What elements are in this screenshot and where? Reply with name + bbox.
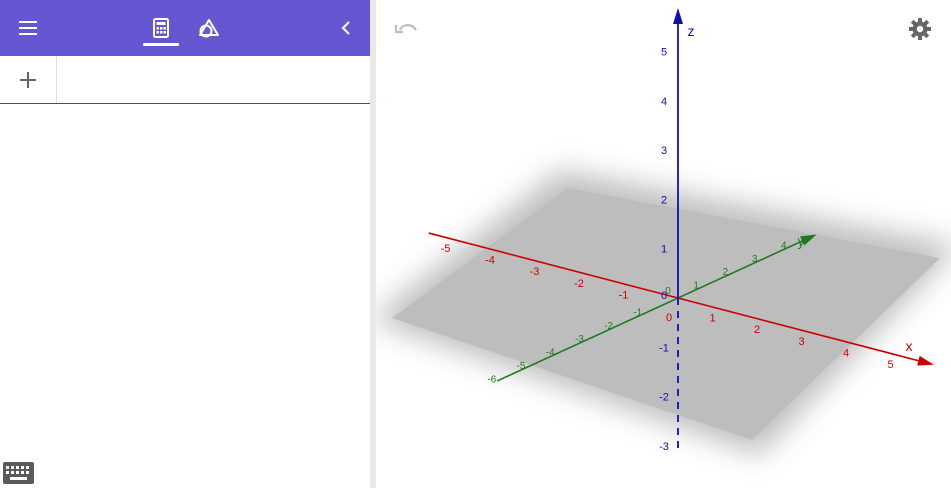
settings-button[interactable] xyxy=(906,15,934,43)
x-axis-arrow xyxy=(917,355,934,366)
toolbar xyxy=(0,0,370,56)
keyboard-button[interactable] xyxy=(3,462,34,484)
algebra-panel xyxy=(0,0,370,488)
z-axis-label: z xyxy=(688,23,695,39)
chevron-left-icon xyxy=(341,21,350,35)
hamburger-icon xyxy=(19,21,37,35)
tab-algebra[interactable] xyxy=(140,0,182,56)
graphics-canvas: x y z -5 -4 -3 -2 -1 0 1 2 3 4 5 -6 -5 -4 -3 -2 -1 0 1 2 3 4 -3 -2… xyxy=(376,8,951,455)
selected-tab-indicator xyxy=(143,43,179,46)
x-tick-label: -5 xyxy=(441,243,451,255)
y-tick-label: -4 xyxy=(546,348,555,359)
z-tick-label: 3 xyxy=(661,145,667,157)
y-axis-label: y xyxy=(798,233,805,249)
z-tick-label: 5 xyxy=(661,47,667,59)
z-tick-label: 0 xyxy=(661,290,667,302)
y-tick-label: -2 xyxy=(604,321,613,332)
z-tick-label: -1 xyxy=(659,342,669,354)
z-tick-label: 1 xyxy=(661,244,667,256)
x-tick-label: 4 xyxy=(843,347,849,359)
plus-icon xyxy=(20,71,36,88)
z-tick-label: -3 xyxy=(659,441,669,453)
add-item-button[interactable] xyxy=(0,56,57,103)
shapes-icon xyxy=(199,19,219,38)
y-tick-label: -1 xyxy=(633,307,642,318)
x-tick-label: -4 xyxy=(485,255,495,267)
x-tick-label: 3 xyxy=(798,336,804,348)
y-tick-label: -5 xyxy=(517,361,526,372)
x-axis-label: x xyxy=(906,338,913,354)
y-tick-label: 2 xyxy=(723,267,729,278)
x-tick-label: -2 xyxy=(574,278,584,290)
x-tick-label: 5 xyxy=(887,359,893,371)
y-tick-label: 3 xyxy=(752,254,758,265)
x-tick-label: 2 xyxy=(754,324,760,336)
undo-button[interactable] xyxy=(392,16,420,40)
z-tick-label: -2 xyxy=(659,392,669,404)
x-tick-label: 0 xyxy=(666,312,672,324)
x-tick-label: -1 xyxy=(619,289,629,301)
y-tick-label: 1 xyxy=(693,281,699,292)
x-tick-label: -3 xyxy=(530,266,540,278)
graphics-3d-view[interactable]: x y z -5 -4 -3 -2 -1 0 1 2 3 4 5 -6 -5 -4 -3 -2 -1 0 1 2 3 4 -3 -2… xyxy=(376,0,951,488)
z-axis-arrow xyxy=(673,8,683,24)
z-tick-label: 4 xyxy=(661,96,667,108)
algebra-input[interactable] xyxy=(57,56,370,103)
gear-icon xyxy=(909,18,931,40)
undo-icon xyxy=(394,24,417,34)
tab-tools[interactable] xyxy=(188,0,230,56)
keyboard-icon xyxy=(3,462,34,484)
calculator-icon xyxy=(153,18,169,38)
menu-button[interactable] xyxy=(4,0,52,56)
y-tick-label: 4 xyxy=(781,240,787,251)
y-tick-label: -3 xyxy=(575,334,584,345)
x-tick-label: 1 xyxy=(709,313,715,325)
collapse-panel-button[interactable] xyxy=(326,0,366,56)
y-tick-label: -6 xyxy=(487,374,496,385)
algebra-input-row xyxy=(0,56,370,104)
z-tick-label: 2 xyxy=(661,194,667,206)
